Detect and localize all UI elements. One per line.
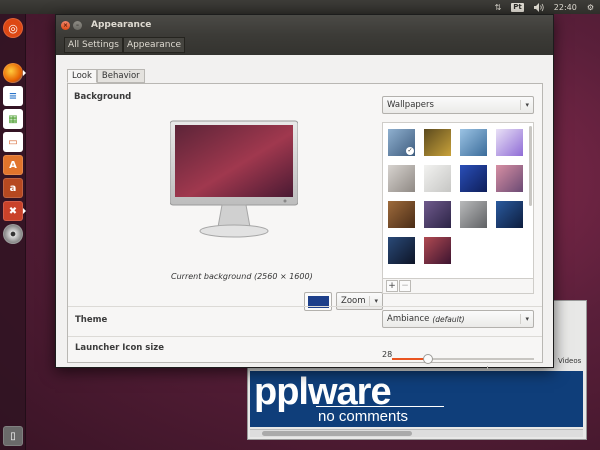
divider	[68, 336, 542, 337]
software-center-icon[interactable]: A	[3, 155, 23, 175]
look-panel: Background Current background (2560 × 16…	[67, 83, 543, 369]
launcher-icon-size-slider[interactable]	[392, 354, 534, 369]
tab-behavior[interactable]: Behavior	[96, 69, 145, 83]
window-title: Appearance	[91, 20, 152, 30]
libreoffice-writer-icon[interactable]: ≡	[3, 86, 23, 106]
disc-icon[interactable]	[3, 224, 23, 244]
appearance-window: × – Appearance All Settings Appearance L…	[55, 14, 554, 369]
clock[interactable]: 22:40	[554, 3, 577, 12]
top-panel: ⇅ Pt 22:40 ⚙	[0, 0, 600, 14]
wallpaper-mushroom[interactable]	[424, 129, 451, 156]
background-section-label: Background	[74, 92, 132, 102]
wallpaper-flower[interactable]	[496, 129, 523, 156]
minimize-icon[interactable]: –	[73, 20, 82, 30]
wallpaper-grid: ✓	[382, 122, 534, 278]
wallpaper-grey-bird[interactable]	[460, 201, 487, 228]
ubuntu-logo-icon[interactable]: ◎	[3, 18, 23, 38]
placement-select-value: Zoom	[341, 296, 366, 306]
libreoffice-impress-icon[interactable]: ▭	[3, 132, 23, 152]
wallpaper-blue-bokeh[interactable]	[496, 201, 523, 228]
pplware-banner[interactable]: pplware no comments	[250, 371, 583, 427]
wallpaper-grid-scrollbar[interactable]	[529, 126, 532, 206]
network-arrows-icon[interactable]: ⇅	[495, 3, 502, 12]
background-source-value: Wallpapers	[387, 100, 434, 110]
gear-icon[interactable]: ⚙	[587, 3, 594, 12]
remove-wallpaper-button[interactable]: −	[399, 280, 411, 292]
theme-label: Theme	[75, 315, 108, 325]
wallpaper-fog[interactable]	[388, 165, 415, 192]
wallpaper-white-flower[interactable]	[424, 165, 451, 192]
horizontal-scrollbar[interactable]	[250, 429, 583, 437]
divider	[68, 306, 542, 307]
wallpaper-ubuntu-default[interactable]	[424, 237, 451, 264]
chevron-down-icon: ▾	[520, 314, 529, 324]
scrollbar-thumb[interactable]	[262, 431, 412, 436]
chevron-down-icon: ▾	[520, 100, 529, 110]
wallpaper-tree-rings[interactable]	[388, 201, 415, 228]
active-app-marker	[23, 208, 26, 214]
system-settings-icon[interactable]: ✖	[3, 201, 23, 221]
keyboard-layout-indicator[interactable]: Pt	[511, 2, 524, 12]
current-background-caption: Current background (2560 × 1600)	[171, 272, 313, 281]
theme-select[interactable]: Ambiance (default) ▾	[382, 310, 534, 328]
active-app-marker	[23, 70, 26, 76]
banner-subtitle: no comments	[318, 408, 409, 425]
background-source-select[interactable]: Wallpapers ▾	[382, 96, 534, 114]
launcher-icon-size-label: Launcher Icon size	[75, 343, 164, 353]
libreoffice-calc-icon[interactable]: ▦	[3, 109, 23, 129]
launcher: ◎ ≡ ▦ ▭ A a ✖ ▯	[0, 14, 26, 450]
speaker-icon[interactable]	[533, 2, 544, 12]
wallpaper-night-sky[interactable]	[388, 237, 415, 264]
slider-tick	[487, 366, 488, 369]
theme-select-value: Ambiance	[387, 314, 430, 324]
trash-icon[interactable]: ▯	[3, 426, 23, 446]
background-preview	[169, 119, 299, 247]
slider-handle[interactable]	[423, 354, 433, 364]
window-titlebar[interactable]: × – Appearance	[56, 15, 553, 35]
breadcrumb-appearance[interactable]: Appearance	[122, 37, 185, 53]
chevron-down-icon: ▾	[369, 296, 378, 306]
breadcrumb-all-settings[interactable]: All Settings	[64, 37, 123, 53]
placement-select[interactable]: Zoom ▾	[336, 292, 383, 310]
launcher-icon-size-value: 28	[382, 350, 393, 359]
wallpaper-blue-abstract[interactable]	[460, 165, 487, 192]
tab-bar: Look Behavior	[67, 69, 145, 83]
wallpaper-pink-sunset[interactable]	[496, 165, 523, 192]
keyboard-layout-label: Pt	[511, 2, 524, 12]
selected-check-icon: ✓	[406, 147, 414, 155]
banner-divider	[316, 406, 444, 407]
wallpaper-purple-sky[interactable]	[424, 201, 451, 228]
firefox-icon[interactable]	[3, 63, 23, 83]
amazon-icon[interactable]: a	[3, 178, 23, 198]
tab-look[interactable]: Look	[67, 69, 97, 83]
background-color-button[interactable]	[304, 292, 332, 311]
close-icon[interactable]: ×	[61, 20, 70, 30]
videos-link[interactable]: Videos	[558, 357, 581, 365]
breadcrumb: All Settings Appearance	[56, 35, 553, 55]
add-wallpaper-button[interactable]: +	[386, 280, 398, 292]
wallpaper-actions: + −	[382, 278, 534, 294]
wallpaper-waterfall[interactable]	[460, 129, 487, 156]
theme-select-qualifier: (default)	[432, 314, 465, 324]
wallpaper-mountain-lake[interactable]: ✓	[388, 129, 415, 156]
